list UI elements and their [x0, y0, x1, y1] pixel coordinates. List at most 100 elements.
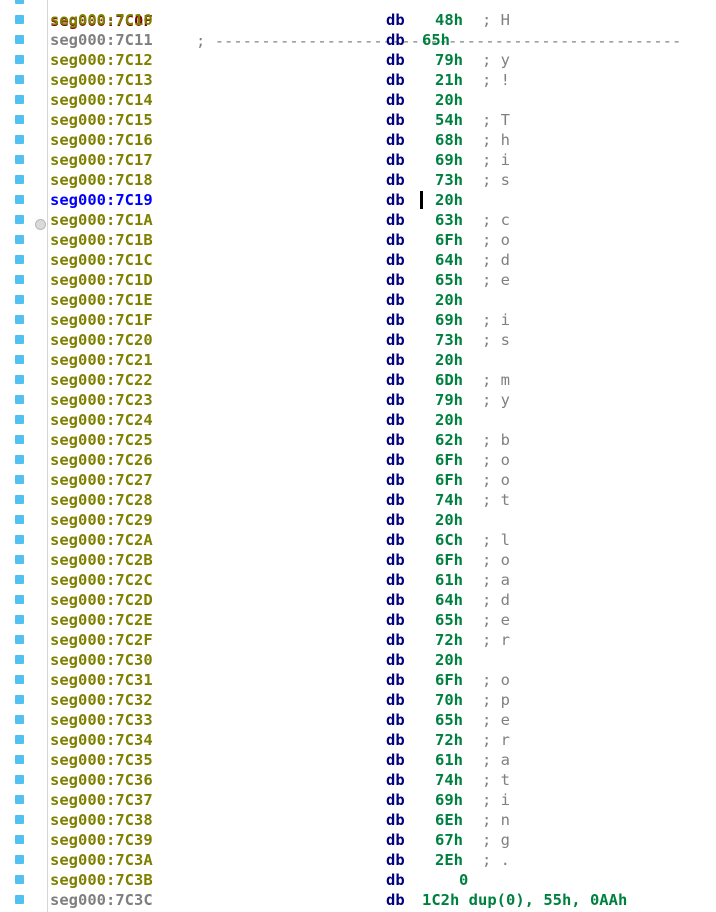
listing-row[interactable]: seg000:7C3B db 0 — [0, 870, 716, 890]
address[interactable]: seg000:7C3C — [50, 890, 153, 910]
listing-row[interactable]: seg000:7C38 db 6Eh ; n — [0, 810, 716, 830]
comment[interactable]: ; t — [482, 770, 510, 790]
address[interactable]: seg000:7C37 — [50, 790, 153, 810]
address[interactable]: seg000:7C35 — [50, 750, 153, 770]
address[interactable]: seg000:7C3B — [50, 870, 153, 890]
operand[interactable]: 64h — [435, 590, 463, 610]
comment[interactable]: ; ! — [482, 70, 510, 90]
operand[interactable]: 70h — [435, 690, 463, 710]
listing-row[interactable]: seg000:7C33 db 65h ; e — [0, 710, 716, 730]
comment[interactable]: ; i — [482, 150, 510, 170]
comment[interactable]: ; n — [482, 810, 510, 830]
operand[interactable]: 20h — [435, 190, 463, 210]
comment[interactable]: ; o — [482, 670, 510, 690]
address[interactable]: seg000:7C31 — [50, 670, 153, 690]
address[interactable]: seg000:7C10 — [50, 10, 153, 30]
listing-row[interactable]: seg000:7C36 db 74h ; t — [0, 770, 716, 790]
comment[interactable]: ; o — [482, 230, 510, 250]
listing-row[interactable]: seg000:7C17 db 69h ; i — [0, 150, 716, 170]
address[interactable]: seg000:7C2E — [50, 610, 153, 630]
operand[interactable]: 20h — [435, 650, 463, 670]
listing-row[interactable]: seg000:7C2A db 6Ch ; l — [0, 530, 716, 550]
listing-row[interactable]: seg000:7C2D db 64h ; d — [0, 590, 716, 610]
operand[interactable]: 6Fh — [435, 670, 463, 690]
mnemonic[interactable]: db — [386, 30, 405, 50]
comment[interactable]: ; m — [482, 370, 510, 390]
comment[interactable]: ; H — [482, 10, 510, 30]
disassembly-listing[interactable]: seg000:7C0F ; --------------------------… — [0, 0, 716, 912]
address[interactable]: seg000:7C36 — [50, 770, 153, 790]
operand[interactable]: 79h — [435, 50, 463, 70]
mnemonic[interactable]: db — [386, 470, 405, 490]
operand[interactable]: 65h — [435, 610, 463, 630]
listing-row[interactable]: seg000:7C37 db 69h ; i — [0, 790, 716, 810]
comment[interactable]: ; r — [482, 630, 510, 650]
address[interactable]: seg000:7C1D — [50, 270, 153, 290]
operand[interactable]: 73h — [435, 330, 463, 350]
address[interactable]: seg000:7C20 — [50, 330, 153, 350]
mnemonic[interactable]: db — [386, 290, 405, 310]
mnemonic[interactable]: db — [386, 710, 405, 730]
address[interactable]: seg000:7C21 — [50, 350, 153, 370]
comment[interactable]: ; d — [482, 590, 510, 610]
address[interactable]: seg000:7C11 — [50, 30, 153, 50]
listing-row[interactable]: seg000:7C10 db 48h ; H — [0, 10, 716, 30]
mnemonic[interactable]: db — [386, 450, 405, 470]
operand[interactable]: 6Ch — [435, 530, 463, 550]
comment[interactable]: ; g — [482, 830, 510, 850]
comment[interactable]: ; T — [482, 110, 510, 130]
operand[interactable]: 64h — [435, 250, 463, 270]
mnemonic[interactable]: db — [386, 370, 405, 390]
address[interactable]: seg000:7C2B — [50, 550, 153, 570]
comment[interactable]: ; e — [482, 270, 510, 290]
operand[interactable]: 20h — [435, 410, 463, 430]
mnemonic[interactable]: db — [386, 250, 405, 270]
operand[interactable]: 69h — [435, 790, 463, 810]
operand[interactable]: 61h — [435, 750, 463, 770]
comment[interactable]: ; e — [482, 710, 510, 730]
operand[interactable]: 65h — [435, 270, 463, 290]
comment[interactable]: ; t — [482, 490, 510, 510]
address[interactable]: seg000:7C1C — [50, 250, 153, 270]
listing-row[interactable]: seg000:7C39 db 67h ; g — [0, 830, 716, 850]
mnemonic[interactable]: db — [386, 830, 405, 850]
mnemonic[interactable]: db — [386, 790, 405, 810]
mnemonic[interactable]: db — [386, 430, 405, 450]
comment[interactable]: ; h — [482, 130, 510, 150]
listing-row[interactable]: seg000:7C1B db 6Fh ; o — [0, 230, 716, 250]
listing-row[interactable]: seg000:7C27 db 6Fh ; o — [0, 470, 716, 490]
comment[interactable]: ; s — [482, 330, 510, 350]
listing-row[interactable]: seg000:7C1F db 69h ; i — [0, 310, 716, 330]
comment[interactable]: ; i — [482, 790, 510, 810]
mnemonic[interactable]: db — [386, 270, 405, 290]
address[interactable]: seg000:7C1B — [50, 230, 153, 250]
address[interactable]: seg000:7C33 — [50, 710, 153, 730]
operand[interactable]: 74h — [435, 490, 463, 510]
mnemonic[interactable]: db — [386, 870, 405, 890]
address[interactable]: seg000:7C19 — [50, 190, 153, 210]
listing-row[interactable]: seg000:7C35 db 61h ; a — [0, 750, 716, 770]
listing-row[interactable]: seg000:7C26 db 6Fh ; o — [0, 450, 716, 470]
mnemonic[interactable]: db — [386, 70, 405, 90]
address[interactable]: seg000:7C39 — [50, 830, 153, 850]
address[interactable]: seg000:7C2A — [50, 530, 153, 550]
comment[interactable]: ; o — [482, 450, 510, 470]
operand[interactable]: 79h — [435, 390, 463, 410]
address[interactable]: seg000:7C28 — [50, 490, 153, 510]
listing-row[interactable]: seg000:7C22 db 6Dh ; m — [0, 370, 716, 390]
listing-row[interactable]: seg000:7C28 db 74h ; t — [0, 490, 716, 510]
address[interactable]: seg000:7C26 — [50, 450, 153, 470]
mnemonic[interactable]: db — [386, 690, 405, 710]
mnemonic[interactable]: db — [386, 330, 405, 350]
comment[interactable]: ; y — [482, 390, 510, 410]
address[interactable]: seg000:7C27 — [50, 470, 153, 490]
listing-row[interactable]: seg000:7C19 db 20h — [0, 190, 716, 210]
listing-row[interactable]: seg000:7C11 db 65h — [0, 30, 716, 50]
mnemonic[interactable]: db — [386, 850, 405, 870]
comment[interactable]: ; a — [482, 750, 510, 770]
operand[interactable]: 6Fh — [435, 470, 463, 490]
listing-row[interactable]: seg000:7C23 db 79h ; y — [0, 390, 716, 410]
operand[interactable]: 68h — [435, 130, 463, 150]
listing-row[interactable]: seg000:7C13 db 21h ; ! — [0, 70, 716, 90]
address[interactable]: seg000:7C24 — [50, 410, 153, 430]
